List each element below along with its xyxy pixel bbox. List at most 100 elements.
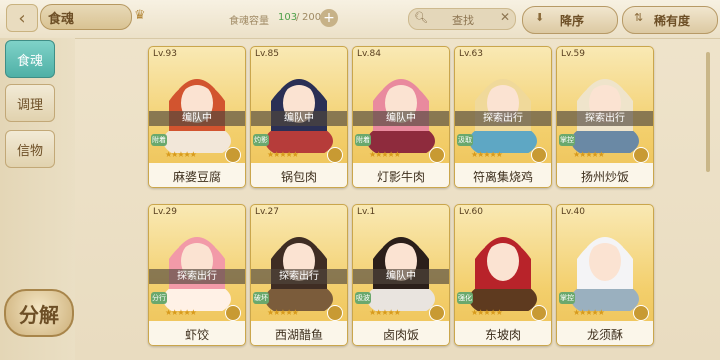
star-rating: ★★★★★	[369, 308, 401, 317]
status-banner: 探索出行	[557, 111, 653, 126]
level-label: Lv.84	[357, 49, 381, 59]
rarity-badge-icon	[633, 147, 649, 163]
role-tag: 附着	[355, 134, 371, 146]
food-soul-card[interactable]: Lv.59 探索出行 掌控 ★★★★★ 扬州炒饭	[556, 46, 654, 188]
level-label: Lv.63	[459, 49, 483, 59]
swap-arrows-icon: ⇅	[634, 11, 644, 24]
search-icon: 🔍︎	[414, 11, 428, 24]
food-soul-card[interactable]: Lv.60 强化 ★★★★★ 东坡肉	[454, 204, 552, 346]
role-tag: 掌控	[559, 292, 575, 304]
rarity-badge-icon	[429, 147, 445, 163]
rarity-badge-icon	[327, 147, 343, 163]
capacity-separator: /	[296, 12, 300, 23]
rarity-badge-icon	[531, 147, 547, 163]
capacity-max: 200	[302, 12, 322, 23]
character-portrait	[265, 79, 333, 153]
add-capacity-button[interactable]: +	[320, 9, 338, 27]
food-soul-card[interactable]: Lv.84 编队中 附着 ★★★★★ 灯影牛肉	[352, 46, 450, 188]
back-arrow-icon: ‹	[18, 7, 26, 29]
capacity-label: 食魂容量	[229, 16, 269, 27]
rarity-badge-icon	[225, 147, 241, 163]
food-soul-card[interactable]: Lv.27 探索出行 破坏 ★★★★★ 西湖醋鱼	[250, 204, 348, 346]
level-label: Lv.40	[561, 207, 585, 217]
status-banner: 编队中	[353, 111, 449, 126]
dismantle-button[interactable]: 分解	[4, 289, 74, 337]
rarity-badge-icon	[633, 305, 649, 321]
character-name: 灯影牛肉	[376, 170, 425, 184]
level-label: Lv.27	[255, 207, 279, 217]
star-rating: ★★★★★	[369, 150, 401, 159]
food-soul-card[interactable]: Lv.85 编队中 灼影 ★★★★★ 锅包肉	[250, 46, 348, 188]
food-soul-card[interactable]: Lv.29 探索出行 分行 ★★★★★ 虾饺	[148, 204, 246, 346]
character-portrait	[367, 237, 435, 311]
crown-icon: ♛	[134, 8, 146, 23]
star-rating: ★★★★★	[267, 308, 299, 317]
character-portrait	[163, 79, 231, 153]
status-banner: 编队中	[251, 111, 347, 126]
role-tag: 强化	[457, 292, 473, 304]
star-rating: ★★★★★	[471, 150, 503, 159]
character-name: 西湖醋鱼	[274, 328, 323, 342]
search-placeholder: 查找	[452, 14, 474, 27]
character-portrait	[367, 79, 435, 153]
food-soul-card[interactable]: Lv.40 掌控 ★★★★★ 龙须酥	[556, 204, 654, 346]
star-rating: ★★★★★	[267, 150, 299, 159]
down-arrow-icon: ⬇	[535, 11, 545, 24]
character-portrait	[571, 79, 639, 153]
level-label: Lv.85	[255, 49, 279, 59]
character-portrait	[469, 79, 537, 153]
star-rating: ★★★★★	[471, 308, 503, 317]
page-title: 食魂	[48, 12, 75, 27]
role-tag: 破坏	[253, 292, 269, 304]
status-banner: 编队中	[149, 111, 245, 126]
food-soul-card[interactable]: Lv.1 编队中 吸波 ★★★★★ 卤肉饭	[352, 204, 450, 346]
status-banner: 编队中	[353, 269, 449, 284]
rarity-badge-icon	[531, 305, 547, 321]
role-tag: 灼影	[253, 134, 269, 146]
character-name: 龙须酥	[586, 328, 623, 342]
plus-icon: +	[323, 10, 335, 26]
role-tag: 吸波	[355, 292, 371, 304]
tab-tokens[interactable]: 信物	[5, 130, 55, 168]
star-rating: ★★★★★	[165, 150, 197, 159]
status-banner: 探索出行	[251, 269, 347, 284]
role-tag: 掌控	[559, 134, 575, 146]
role-tag: 附着	[151, 134, 167, 146]
close-icon[interactable]: ✕	[500, 10, 510, 24]
tab-food-souls[interactable]: 食魂	[5, 40, 55, 78]
star-rating: ★★★★★	[165, 308, 197, 317]
status-banner: 探索出行	[149, 269, 245, 284]
rarity-badge-icon	[429, 305, 445, 321]
rarity-badge-icon	[225, 305, 241, 321]
level-label: Lv.29	[153, 207, 177, 217]
character-portrait	[163, 237, 231, 311]
status-banner: 探索出行	[455, 111, 551, 126]
character-name: 麻婆豆腐	[172, 170, 221, 184]
character-name: 扬州炒饭	[580, 170, 629, 184]
capacity-current: 103	[278, 12, 298, 23]
level-label: Lv.93	[153, 49, 177, 59]
role-tag: 汲取	[457, 134, 473, 146]
scrollbar[interactable]	[706, 52, 710, 172]
level-label: Lv.60	[459, 207, 483, 217]
character-name: 锅包肉	[280, 170, 317, 184]
star-rating: ★★★★★	[573, 150, 605, 159]
food-soul-card[interactable]: Lv.93 编队中 附着 ★★★★★ 麻婆豆腐	[148, 46, 246, 188]
character-name: 符离集烧鸡	[472, 170, 533, 184]
back-button[interactable]: ‹	[6, 4, 38, 32]
level-label: Lv.1	[357, 207, 376, 217]
character-portrait	[469, 237, 537, 311]
character-name: 卤肉饭	[382, 328, 419, 342]
rarity-badge-icon	[327, 305, 343, 321]
character-portrait	[265, 237, 333, 311]
food-soul-card[interactable]: Lv.63 探索出行 汲取 ★★★★★ 符离集烧鸡	[454, 46, 552, 188]
tab-conditioning[interactable]: 调理	[5, 84, 55, 122]
character-name: 虾饺	[184, 328, 209, 342]
sort-order-label: 降序	[560, 14, 585, 28]
character-name: 东坡肉	[484, 328, 521, 342]
character-portrait	[571, 237, 639, 311]
role-tag: 分行	[151, 292, 167, 304]
level-label: Lv.59	[561, 49, 585, 59]
sort-by-label: 稀有度	[654, 14, 691, 28]
star-rating: ★★★★★	[573, 308, 605, 317]
